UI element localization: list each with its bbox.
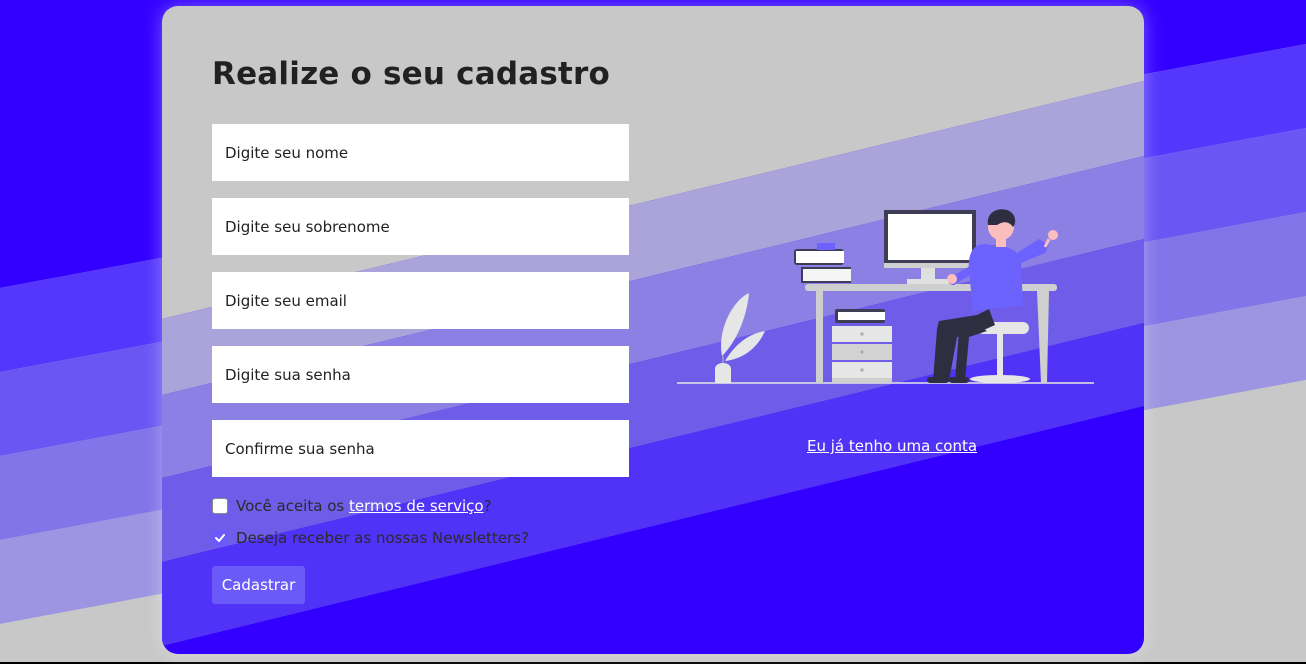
password-input[interactable] [212, 346, 629, 403]
last-name-input[interactable] [212, 198, 629, 255]
newsletter-row: Deseja receber as nossas Newsletters? [212, 528, 529, 548]
terms-row: Você aceita os termos de serviço? [212, 496, 492, 516]
login-link[interactable]: Eu já tenho uma conta [807, 437, 977, 455]
email-input[interactable] [212, 272, 629, 329]
terms-of-service-link[interactable]: termos de serviço [349, 497, 484, 515]
newsletter-checkbox[interactable] [212, 530, 228, 546]
page-title: Realize o seu cadastro [212, 56, 611, 92]
terms-label-prefix: Você aceita os [236, 497, 345, 515]
person-at-desk-illustration [677, 209, 1094, 384]
terms-checkbox[interactable] [212, 498, 228, 514]
first-name-input[interactable] [212, 124, 629, 181]
plant-icon [715, 293, 765, 383]
confirm-password-input[interactable] [212, 420, 629, 477]
newsletter-label: Deseja receber as nossas Newsletters? [236, 529, 529, 547]
terms-label-suffix: ? [483, 497, 492, 515]
check-icon [215, 534, 225, 542]
signup-card: Realize o seu cadastro Você aceita os te… [162, 6, 1144, 654]
register-button[interactable]: Cadastrar [212, 566, 305, 604]
